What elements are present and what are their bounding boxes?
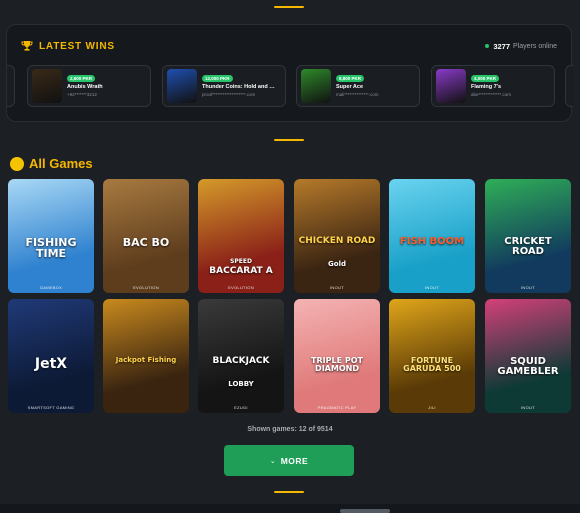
win-card-partial[interactable]	[7, 65, 15, 107]
players-count: 3277	[493, 41, 511, 51]
win-game-name: Anubis Wrath	[67, 84, 103, 90]
game-tile-subtitle: SPEED	[230, 258, 252, 265]
game-tile-provider: INOUT	[330, 285, 344, 290]
game-tile[interactable]: CHICKEN ROAD Gold INOUT	[294, 179, 380, 293]
game-tile-provider: JILI	[428, 405, 436, 410]
win-card-partial[interactable]	[565, 65, 573, 107]
game-tile[interactable]: FISH BOOM INOUT	[389, 179, 475, 293]
win-user: mali**************.com	[336, 92, 379, 97]
win-game-name: Thunder Coins: Hold and …	[202, 84, 275, 90]
win-info: 2,600 PKR Anubis Wrath +92*******3212	[67, 75, 103, 97]
latest-wins-title: LATEST WINS	[39, 40, 115, 52]
win-info: 8,800 PKR Super Ace mali**************.com	[336, 75, 379, 97]
game-tile[interactable]: BAC BO EVOLUTION	[103, 179, 189, 293]
bottom-accent-line	[274, 491, 304, 493]
win-user: +92*******3212	[67, 92, 97, 97]
latest-wins-header: LATEST WINS 3277 Players online	[21, 39, 557, 53]
game-tile-provider: INOUT	[521, 405, 535, 410]
chevron-down-icon: ⌄	[269, 457, 276, 465]
win-game-name: Flaming 7's	[471, 84, 502, 90]
game-tile[interactable]: SQUID GAMEBLER INOUT	[485, 299, 571, 413]
game-tile-title: CRICKET ROAD	[504, 236, 552, 257]
game-tile-subtitle: LOBBY	[228, 380, 254, 388]
game-tile-title: Jackpot Fishing	[115, 356, 177, 364]
win-amount-badge: 8,800 PKR	[336, 75, 365, 82]
online-dot-icon	[485, 44, 490, 48]
players-label: Players online	[513, 42, 557, 50]
game-tile-title: JetX	[34, 356, 68, 372]
game-tile[interactable]: SPEED BACCARAT A EVOLUTION	[198, 179, 284, 293]
game-tile-title: SQUID GAMEBLER	[497, 356, 559, 377]
players-online: 3277 Players online	[485, 42, 557, 51]
game-tile-title: BACCARAT A	[209, 266, 273, 276]
win-amount-badge: 2,600 PKR	[67, 75, 96, 82]
game-tile-provider: INOUT	[521, 285, 535, 290]
trophy-icon	[21, 41, 33, 51]
top-accent-line	[274, 6, 304, 8]
game-tile-title: FORTUNE GARUDA 500	[403, 356, 461, 373]
game-tile-provider: EVOLUTION	[133, 285, 159, 290]
all-games-header: All Games	[10, 156, 93, 171]
section-accent-line	[274, 139, 304, 141]
game-tile[interactable]: FORTUNE GARUDA 500 JILI	[389, 299, 475, 413]
game-tile[interactable]: TRIPLE POT DIAMOND PRAGMATIC PLAY	[294, 299, 380, 413]
game-tile[interactable]: Jackpot Fishing	[103, 299, 189, 413]
game-tile-provider: GAMEBOX	[39, 285, 63, 290]
shown-games-count: Shown games: 12 of 9514	[247, 426, 333, 433]
win-info: 4,000 PKR Flaming 7's abe*************.com	[471, 75, 511, 97]
scrollbar-thumb[interactable]	[340, 509, 390, 513]
game-tile[interactable]: BLACKJACK LOBBY EZUGI	[198, 299, 284, 413]
game-tile-provider: EZUGI	[234, 405, 248, 410]
game-tile-title: TRIPLE POT DIAMOND	[311, 356, 363, 373]
game-tile-subtitle: Gold	[328, 260, 346, 268]
game-tile-title: BAC BO	[122, 236, 170, 249]
win-card[interactable]: 8,800 PKR Super Ace mali**************.com	[296, 65, 420, 107]
game-tile-title: FISHING TIME	[25, 236, 77, 260]
win-info: 12,000 PKR Thunder Coins: Hold and … proof…	[202, 75, 275, 97]
game-tile[interactable]: JetX SMARTSOFT GAMING	[8, 299, 94, 413]
coin-icon	[10, 156, 24, 171]
game-tile-title: BLACKJACK	[212, 356, 270, 366]
win-game-thumbnail	[436, 69, 466, 103]
win-amount-badge: 12,000 PKR	[202, 75, 233, 82]
win-game-thumbnail	[301, 69, 331, 103]
more-button[interactable]: ⌄ MORE	[224, 445, 354, 476]
win-card[interactable]: 12,000 PKR Thunder Coins: Hold and … proof…	[162, 65, 286, 107]
win-card[interactable]: 2,600 PKR Anubis Wrath +92*******3212	[27, 65, 151, 107]
win-amount-badge: 4,000 PKR	[471, 75, 500, 82]
win-game-thumbnail	[167, 69, 197, 103]
game-tile-title: FISH BOOM	[399, 236, 465, 247]
win-user: proof*******************.com	[202, 92, 256, 97]
game-tile-provider: INOUT	[425, 285, 439, 290]
game-tile[interactable]: CRICKET ROAD INOUT	[485, 179, 571, 293]
footer-band	[0, 504, 580, 513]
game-tile-title: CHICKEN ROAD	[298, 236, 376, 246]
win-game-thumbnail	[32, 69, 62, 103]
game-tile[interactable]: FISHING TIME GAMEBOX	[8, 179, 94, 293]
latest-wins-panel: LATEST WINS 3277 Players online 2,600 PK…	[6, 24, 573, 122]
wins-strip[interactable]: 2,600 PKR Anubis Wrath +92*******3212 12,00…	[7, 63, 573, 109]
game-tile-provider: EVOLUTION	[228, 285, 254, 290]
win-user: abe*************.com	[471, 92, 512, 97]
more-button-label: MORE	[280, 455, 309, 466]
win-game-name: Super Ace	[336, 84, 364, 90]
game-tile-provider: PRAGMATIC PLAY	[317, 405, 357, 410]
game-tile-provider: SMARTSOFT GAMING	[27, 405, 75, 410]
win-card[interactable]: 4,000 PKR Flaming 7's abe*************.com	[431, 65, 555, 107]
all-games-title: All Games	[29, 156, 93, 171]
